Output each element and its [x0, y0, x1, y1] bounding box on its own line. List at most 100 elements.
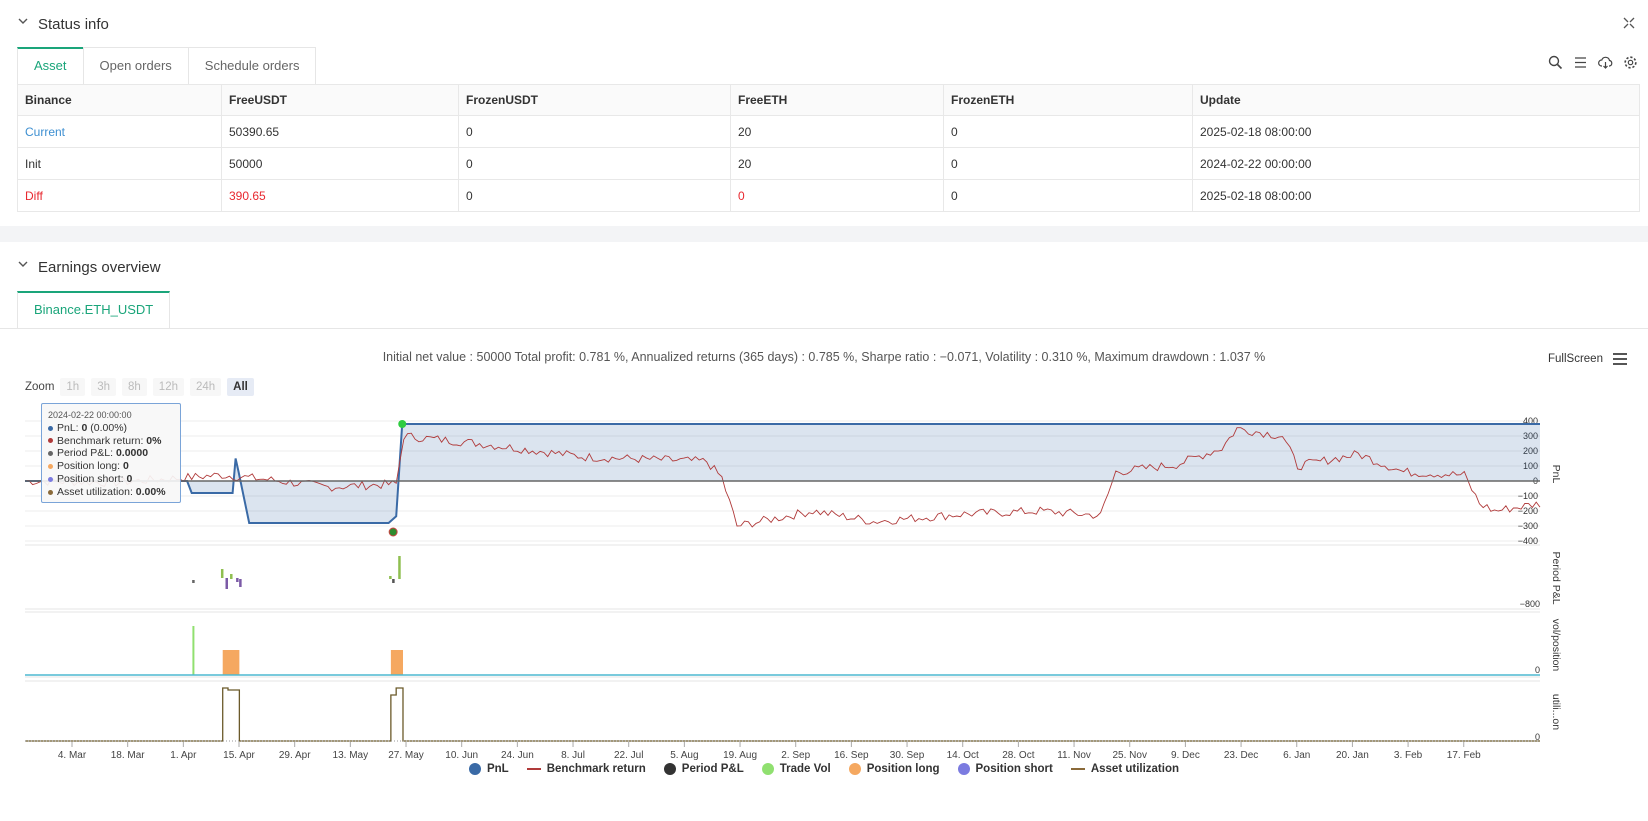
x-tick-label: 15. Apr: [223, 750, 255, 761]
table-cell: 390.65: [221, 179, 459, 212]
search-icon[interactable]: [1548, 55, 1563, 70]
period-bar: [389, 576, 392, 579]
table-cell: 0: [730, 179, 944, 212]
tab-underline: [0, 328, 1648, 329]
cloud-download-icon[interactable]: [1598, 55, 1613, 70]
gear-icon[interactable]: [1623, 55, 1638, 70]
period-bar: [236, 578, 239, 582]
axis-title: vol/position: [1550, 619, 1562, 672]
earnings-overview-header[interactable]: Earnings overview: [0, 243, 1648, 291]
table-cell: 20: [730, 147, 944, 180]
chevron-down-icon[interactable]: [16, 257, 30, 271]
tab-binance-eth-usdt[interactable]: Binance.ETH_USDT: [17, 291, 171, 329]
legend-label: Period P&L: [681, 763, 744, 775]
period-bar: [392, 579, 395, 583]
row-label: Diff: [17, 179, 222, 212]
tab-open-orders[interactable]: Open orders: [82, 47, 189, 85]
legend-item-position-long[interactable]: Position long: [848, 763, 940, 775]
list-icon[interactable]: [1573, 55, 1588, 70]
legend-item-asset-utilization[interactable]: Asset utilization: [1070, 763, 1179, 775]
tab-schedule-orders[interactable]: Schedule orders: [187, 47, 317, 85]
fullscreen-button[interactable]: FullScreen: [1548, 353, 1603, 365]
tooltip-pnl-extra: (0.00%): [87, 421, 128, 434]
x-tick-label: 29. Apr: [279, 750, 311, 761]
x-tick-label: 25. Nov: [1112, 750, 1146, 761]
x-tick-label: 1. Apr: [170, 750, 197, 761]
position-short-swatch-icon: [957, 763, 970, 775]
x-tick-label: 16. Sep: [834, 750, 869, 761]
x-tick-label: 17. Feb: [1447, 750, 1481, 761]
earnings-tabs: Binance.ETH_USDT: [17, 291, 171, 329]
section-divider: [0, 226, 1648, 242]
table-row: Current 50390.65 0 20 0 2025-02-18 08:00…: [17, 115, 1640, 148]
x-tick-label: 4. Mar: [58, 750, 87, 761]
col-freeeth: FreeETH: [730, 84, 944, 116]
table-cell: 2025-02-18 08:00:00: [1192, 115, 1640, 148]
table-cell: 0: [458, 147, 731, 180]
table-cell: 0: [943, 115, 1193, 148]
util-dot-icon: [48, 489, 53, 495]
tooltip-bench-value: 0%: [146, 434, 162, 447]
zoom-3h-button[interactable]: 3h: [91, 378, 116, 396]
col-frozeneth: FrozenETH: [943, 84, 1193, 116]
period-bar: [230, 574, 233, 579]
position-long-bar: [222, 650, 240, 675]
menu-icon[interactable]: [1612, 352, 1628, 366]
period-dot-icon: [48, 451, 53, 457]
x-tick-label: 20. Jan: [1336, 750, 1369, 761]
x-tick-label: 19. Aug: [723, 750, 757, 761]
tooltip-bench-label: Benchmark return:: [57, 434, 147, 447]
legend-item-position-short[interactable]: Position short: [957, 763, 1053, 775]
sell-marker: [388, 527, 398, 537]
col-update: Update: [1192, 84, 1640, 116]
legend-item-pnl[interactable]: PnL: [468, 763, 509, 775]
table-cell: 2025-02-18 08:00:00: [1192, 179, 1640, 212]
table-cell: 0: [943, 179, 1193, 212]
table-cell: 0: [943, 147, 1193, 180]
row-label[interactable]: Current: [17, 115, 222, 148]
period-bar: [225, 578, 228, 589]
x-tick-label: 6. Jan: [1283, 750, 1310, 761]
x-tick-label: 13. May: [333, 750, 369, 761]
tooltip-long: Position long: 0: [48, 460, 174, 473]
tooltip-util: Asset utilization: 0.00%: [48, 486, 174, 499]
benchmark-dot-icon: [48, 438, 53, 444]
legend-item-trade-vol[interactable]: Trade Vol: [761, 763, 831, 775]
y-tick-label: −800: [1520, 599, 1540, 609]
asset-util-line: [25, 687, 1540, 742]
period-bar: [398, 556, 401, 579]
pnl-swatch-icon: [468, 763, 481, 775]
performance-summary: Initial net value : 50000 Total profit: …: [382, 350, 1266, 364]
tooltip-pnl: PnL: 0 (0.00%): [48, 422, 174, 435]
tooltip-long-value: 0: [122, 460, 129, 473]
legend-label: Benchmark return: [546, 763, 646, 775]
tooltip-period: Period P&L: 0.0000: [48, 447, 174, 460]
table-cell: 0: [458, 179, 731, 212]
zoom-8h-button[interactable]: 8h: [122, 378, 147, 396]
chevron-down-icon[interactable]: [16, 14, 30, 28]
tab-asset[interactable]: Asset: [17, 47, 84, 85]
chart-tooltip: 2024-02-22 00:00:00 PnL: 0 (0.00%) Bench…: [41, 403, 181, 503]
tooltip-benchmark: Benchmark return: 0%: [48, 435, 174, 448]
table-cell: 20: [730, 115, 944, 148]
zoom-1h-button[interactable]: 1h: [60, 378, 86, 396]
table-cell: 50000: [221, 147, 459, 180]
zoom-24h-button[interactable]: 24h: [189, 378, 222, 396]
x-tick-label: 2. Sep: [781, 750, 810, 761]
legend-item-period-pnl[interactable]: Period P&L: [663, 763, 744, 775]
earnings-chart[interactable]: 4003002001000−100−200−300−400PnLPeriod P…: [0, 395, 1648, 763]
tooltip-short: Position short: 0: [48, 473, 174, 486]
asset-table: Binance FreeUSDT FrozenUSDT FreeETH Froz…: [17, 84, 1640, 212]
status-info-header[interactable]: Status info: [0, 0, 1648, 48]
zoom-12h-button[interactable]: 12h: [152, 378, 184, 396]
legend-item-benchmark[interactable]: Benchmark return: [526, 763, 646, 775]
legend-label: Position short: [975, 763, 1053, 775]
collapse-icon[interactable]: [1622, 16, 1636, 30]
long-dot-icon: [48, 463, 53, 469]
x-tick-label: 23. Dec: [1224, 750, 1258, 761]
x-tick-label: 24. Jun: [501, 750, 534, 761]
y-tick-label: −100: [1518, 491, 1538, 501]
zoom-all-button[interactable]: All: [227, 378, 254, 396]
legend-label: Position long: [866, 763, 940, 775]
legend-label: Trade Vol: [779, 763, 831, 775]
